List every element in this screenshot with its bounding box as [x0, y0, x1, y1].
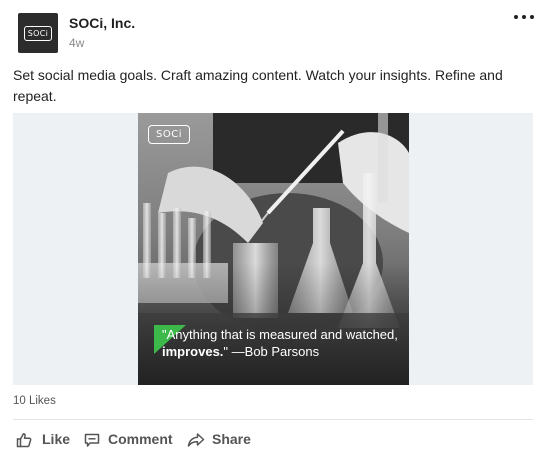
post-image[interactable]: SOCi "Anything that is measured and watc…	[138, 113, 409, 385]
post-timestamp[interactable]: 4w	[69, 36, 84, 50]
like-label: Like	[42, 431, 71, 447]
image-quote: "Anything that is measured and watched, …	[162, 326, 402, 360]
like-button[interactable]: Like	[16, 428, 72, 452]
author-name[interactable]: SOCi, Inc.	[69, 15, 135, 31]
thumbs-up-icon	[16, 433, 32, 448]
post-text: Set social media goals. Craft amazing co…	[13, 67, 503, 104]
dot	[522, 15, 526, 19]
comment-icon	[84, 433, 100, 447]
divider	[13, 419, 533, 420]
image-logo: SOCi	[148, 125, 190, 144]
company-logo: SOCi	[24, 26, 52, 41]
quote-text: "Anything that is measured and watched,	[162, 327, 398, 342]
comment-button[interactable]: Comment	[84, 428, 179, 452]
dot	[530, 15, 534, 19]
share-arrow-icon	[187, 433, 205, 447]
quote-author: " —Bob Parsons	[223, 344, 320, 359]
action-bar: Like Comment Share	[13, 428, 533, 452]
share-label: Share	[212, 431, 251, 447]
share-button[interactable]: Share	[187, 428, 257, 452]
dot	[514, 15, 518, 19]
more-options-icon[interactable]	[514, 13, 536, 23]
feed-post: SOCi SOCi, Inc. 4w Set social media goal…	[0, 0, 548, 458]
comment-label: Comment	[108, 431, 173, 447]
avatar[interactable]: SOCi	[18, 13, 58, 53]
post-header: SOCi SOCi, Inc. 4w	[18, 12, 538, 54]
likes-count[interactable]: 10 Likes	[13, 395, 56, 407]
quote-bold: improves.	[162, 344, 224, 359]
post-media: SOCi "Anything that is measured and watc…	[13, 113, 533, 385]
